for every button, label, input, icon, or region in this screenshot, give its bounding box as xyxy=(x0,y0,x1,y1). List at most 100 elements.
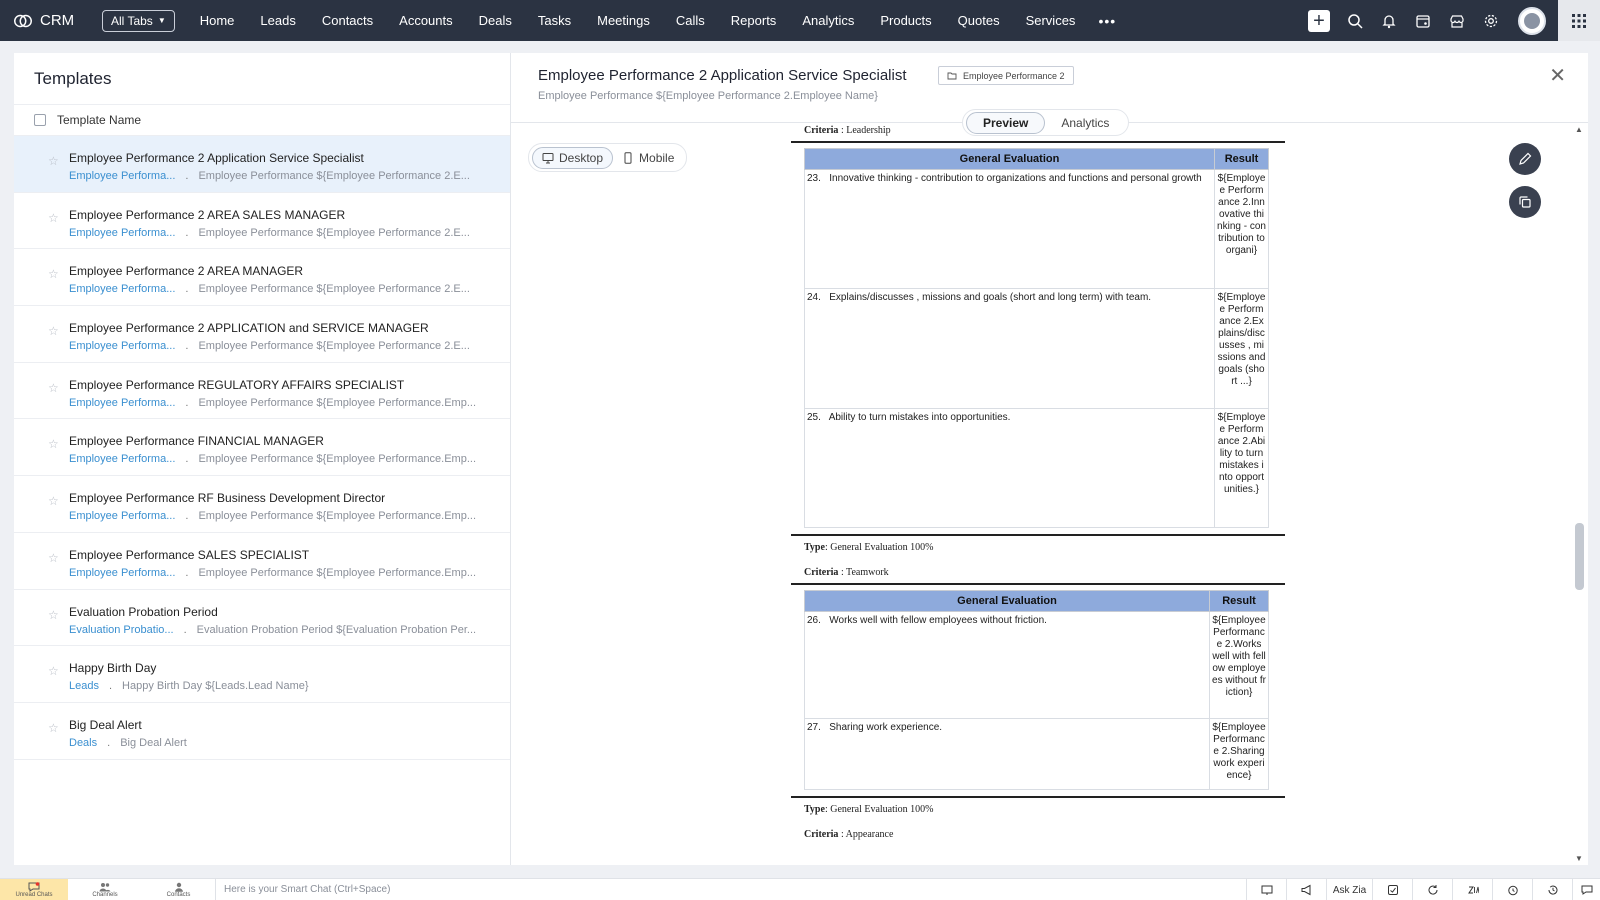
star-icon[interactable]: ☆ xyxy=(48,154,59,168)
crm-logo[interactable]: CRM xyxy=(12,10,88,32)
tab-quotes[interactable]: Quotes xyxy=(945,13,1013,29)
template-module: Employee Performa... xyxy=(69,566,176,579)
template-row[interactable]: ☆ Big Deal Alert Deals. Big Deal Alert xyxy=(14,703,510,760)
template-subject: Employee Performance ${Employee Performa… xyxy=(198,396,477,409)
tab-leads[interactable]: Leads xyxy=(247,13,308,29)
signals-icon[interactable] xyxy=(1372,879,1412,900)
template-row[interactable]: ☆ Employee Performance 2 AREA SALES MANA… xyxy=(14,193,510,250)
calendar-icon[interactable] xyxy=(1406,0,1440,41)
preview-scrollbar[interactable]: ▲ ▼ xyxy=(1572,123,1588,865)
type-line: Type: General Evaluation 100% xyxy=(791,542,1285,553)
tab-products[interactable]: Products xyxy=(867,13,944,29)
template-row[interactable]: ☆ Happy Birth Day Leads. Happy Birth Day … xyxy=(14,646,510,703)
template-row[interactable]: ☆ Employee Performance 2 AREA MANAGER Em… xyxy=(14,249,510,307)
star-icon[interactable]: ☆ xyxy=(48,664,59,678)
template-subject: Employee Performance ${Employee Performa… xyxy=(198,340,470,353)
smart-chat-input[interactable]: Here is your Smart Chat (Ctrl+Space) xyxy=(216,884,390,895)
criteria-line: Criteria : Teamwork xyxy=(791,567,1285,578)
star-icon[interactable]: ☆ xyxy=(48,267,59,281)
star-icon[interactable]: ☆ xyxy=(48,608,59,622)
template-subject: Evaluation Probation Period ${Evaluation… xyxy=(196,623,477,636)
tab-contacts[interactable]: Contacts xyxy=(309,13,386,29)
user-silhouette-icon xyxy=(1524,12,1540,29)
megaphone-icon[interactable] xyxy=(1286,879,1326,900)
tab-reports[interactable]: Reports xyxy=(718,13,790,29)
template-row[interactable]: ☆ Employee Performance FINANCIAL MANAGER… xyxy=(14,419,510,477)
alarm-clock-icon[interactable] xyxy=(1492,879,1532,900)
clone-button[interactable] xyxy=(1509,186,1541,218)
template-module: Employee Performa... xyxy=(69,510,176,523)
ask-zia-button[interactable]: Ask Zia xyxy=(1326,879,1372,900)
tab-analytics[interactable]: Analytics xyxy=(1045,112,1125,134)
template-row[interactable]: ☆ Employee Performance 2 APPLICATION and… xyxy=(14,306,510,363)
star-icon[interactable]: ☆ xyxy=(48,494,59,508)
unread-chats-button[interactable]: Unread Chats xyxy=(0,878,68,900)
mobile-view-button[interactable]: Mobile xyxy=(613,147,683,169)
tab-meetings[interactable]: Meetings xyxy=(584,13,663,29)
desktop-view-button[interactable]: Desktop xyxy=(532,146,614,169)
channels-button[interactable]: Channels xyxy=(68,879,142,900)
unread-chats-label: Unread Chats xyxy=(15,891,53,898)
monitor-icon xyxy=(542,152,554,163)
scroll-down-icon[interactable]: ▼ xyxy=(1575,854,1583,863)
star-icon[interactable]: ☆ xyxy=(48,324,59,338)
table-row: 26. Works well with fellow employees wit… xyxy=(804,611,1269,719)
template-subject-line: Employee Performance ${Employee Performa… xyxy=(538,90,878,102)
marketplace-icon[interactable] xyxy=(1440,0,1474,41)
screen-share-icon[interactable] xyxy=(1246,879,1286,900)
template-row[interactable]: ☆ Employee Performance 2 Application Ser… xyxy=(14,136,510,193)
star-icon[interactable]: ☆ xyxy=(48,211,59,225)
refresh-icon[interactable] xyxy=(1412,879,1452,900)
create-plus-button[interactable]: + xyxy=(1308,9,1330,32)
criterion-cell: 25. Ability to turn mistakes into opport… xyxy=(804,408,1215,528)
template-row[interactable]: ☆ Employee Performance SALES SPECIALIST … xyxy=(14,533,510,590)
caret-down-icon: ▼ xyxy=(157,16,166,25)
tab-analytics[interactable]: Analytics xyxy=(789,13,867,29)
history-icon[interactable] xyxy=(1532,879,1572,900)
criterion-number: 25. xyxy=(807,412,821,423)
scroll-up-icon[interactable]: ▲ xyxy=(1575,125,1583,134)
template-subject: Employee Performance ${Employee Performa… xyxy=(198,566,477,579)
criterion-cell: 27. Sharing work experience. xyxy=(804,718,1210,790)
star-icon[interactable]: ☆ xyxy=(48,721,59,735)
tab-accounts[interactable]: Accounts xyxy=(386,13,465,29)
bell-icon[interactable] xyxy=(1372,0,1406,41)
star-icon[interactable]: ☆ xyxy=(48,437,59,451)
tab-home[interactable]: Home xyxy=(187,13,248,29)
separator-dot: . xyxy=(185,226,189,239)
tab-preview[interactable]: Preview xyxy=(966,111,1046,134)
edit-button[interactable] xyxy=(1509,143,1541,175)
zia-assistant-icon[interactable] xyxy=(1452,879,1492,900)
template-row[interactable]: ☆ Evaluation Probation Period Evaluation… xyxy=(14,590,510,647)
scrollbar-thumb[interactable] xyxy=(1575,523,1584,590)
criteria-label: Criteria xyxy=(804,567,839,578)
template-name-column-header: Template Name xyxy=(57,113,142,127)
template-name: Employee Performance 2 Application Servi… xyxy=(69,151,364,165)
more-tabs-icon[interactable]: ••• xyxy=(1088,13,1126,29)
tab-services[interactable]: Services xyxy=(1013,13,1089,29)
person-icon xyxy=(174,882,183,892)
user-avatar[interactable] xyxy=(1518,6,1546,35)
select-all-checkbox[interactable] xyxy=(34,114,46,126)
general-evaluation-header: General Evaluation xyxy=(804,148,1215,170)
section-rule xyxy=(791,534,1285,536)
general-evaluation-header: General Evaluation xyxy=(804,590,1210,612)
template-row[interactable]: ☆ Employee Performance RF Business Devel… xyxy=(14,476,510,533)
result-cell: ${Employee Performance 2.Sharing work ex… xyxy=(1209,718,1269,790)
gear-icon[interactable] xyxy=(1474,0,1508,41)
contacts-button[interactable]: Contacts xyxy=(142,878,216,900)
star-icon[interactable]: ☆ xyxy=(48,551,59,565)
table-row: 23. Innovative thinking - contribution t… xyxy=(804,169,1269,289)
chat-settings-icon[interactable] xyxy=(1572,879,1600,900)
star-icon[interactable]: ☆ xyxy=(48,381,59,395)
tab-tasks[interactable]: Tasks xyxy=(525,13,584,29)
template-subject: Employee Performance ${Employee Performa… xyxy=(198,510,477,523)
template-row[interactable]: ☆ Employee Performance REGULATORY AFFAIR… xyxy=(14,363,510,420)
tab-calls[interactable]: Calls xyxy=(663,13,718,29)
app-grid-icon[interactable] xyxy=(1558,0,1600,41)
template-module: Employee Performa... xyxy=(69,283,176,296)
search-icon[interactable] xyxy=(1338,0,1372,41)
all-tabs-dropdown[interactable]: All Tabs ▼ xyxy=(102,9,175,32)
close-icon[interactable]: ✕ xyxy=(1549,66,1566,86)
tab-deals[interactable]: Deals xyxy=(466,13,525,29)
